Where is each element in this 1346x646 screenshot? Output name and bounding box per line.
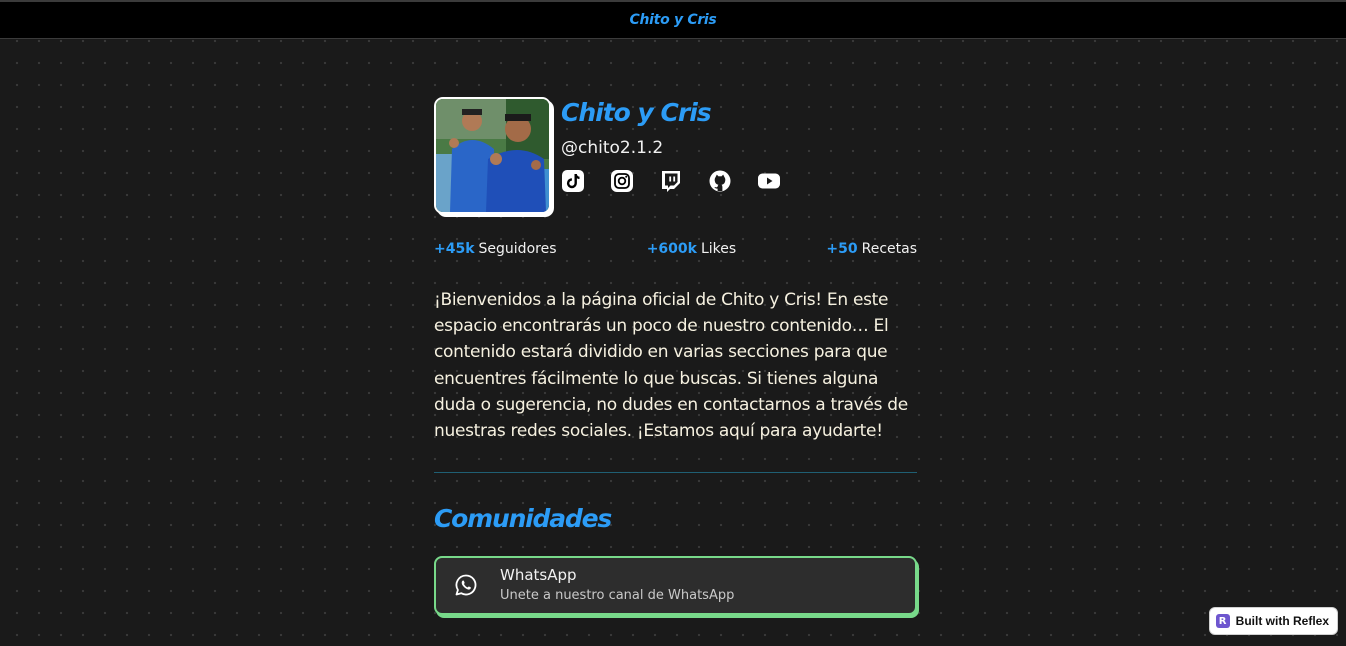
stat-label: Likes — [700, 241, 737, 257]
twitch-link[interactable] — [659, 169, 683, 193]
community-card-subtitle: Unete a nuestro canal de WhatsApp — [500, 588, 735, 604]
twitch-icon — [662, 171, 680, 192]
welcome-description: ¡Bienvenidos a la página oficial de Chit… — [434, 290, 908, 442]
stat-label: Recetas — [861, 241, 917, 257]
stat-label: Seguidores — [478, 241, 557, 257]
profile-info: Chito y Cris @chito2.1.2 — [561, 97, 806, 193]
section-divider — [434, 472, 917, 474]
whatsapp-icon — [454, 573, 478, 597]
profile-photo — [436, 99, 549, 212]
stat-likes: +600k Likes — [647, 241, 736, 257]
youtube-icon — [758, 173, 780, 189]
community-card-title: WhatsApp — [500, 566, 577, 585]
community-card-text: WhatsApp Unete a nuestro canal de WhatsA… — [500, 566, 734, 604]
tiktok-link[interactable] — [561, 169, 585, 193]
youtube-link[interactable] — [757, 169, 781, 193]
instagram-icon — [611, 170, 633, 192]
tiktok-icon — [562, 170, 584, 192]
stat-value: +50 — [826, 241, 858, 257]
github-icon — [709, 170, 731, 192]
main-content: Chito y Cris @chito2.1.2 +45k Seguidores… — [434, 97, 917, 615]
whatsapp-community-card[interactable]: WhatsApp Unete a nuestro canal de WhatsA… — [434, 555, 917, 615]
profile-header: Chito y Cris @chito2.1.2 — [434, 97, 917, 214]
communities-title: Comunidades — [434, 504, 612, 534]
social-links — [561, 169, 806, 193]
profile-avatar — [434, 97, 551, 214]
stats-bar: +45k Seguidores +600k Likes +50 Recetas — [434, 241, 917, 257]
stat-followers: +45k Seguidores — [434, 241, 557, 257]
built-with-reflex-label: Built with Reflex — [1235, 614, 1329, 628]
stat-recipes: +50 Recetas — [826, 241, 917, 257]
profile-handle: @chito2.1.2 — [561, 138, 664, 158]
github-link[interactable] — [708, 169, 732, 193]
navbar-brand[interactable]: Chito y Cris — [630, 12, 717, 28]
stat-value: +45k — [434, 241, 475, 257]
profile-name: Chito y Cris — [561, 98, 712, 127]
instagram-link[interactable] — [610, 169, 634, 193]
stat-value: +600k — [646, 241, 697, 257]
reflex-logo-icon: R — [1215, 614, 1230, 628]
built-with-reflex-badge[interactable]: R Built with Reflex — [1208, 607, 1338, 635]
navbar: Chito y Cris — [0, 0, 1346, 39]
